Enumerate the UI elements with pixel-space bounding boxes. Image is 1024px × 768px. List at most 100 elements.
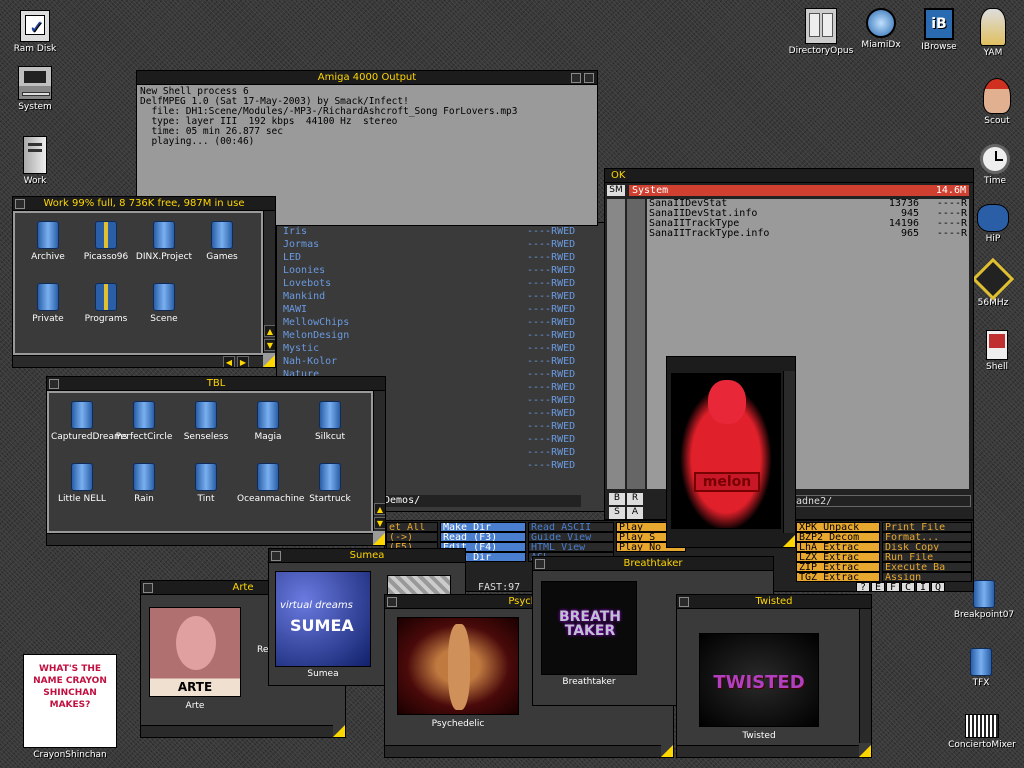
dopus-mini-button[interactable]: ? (856, 582, 870, 593)
scroll-up-icon[interactable]: ▲ (264, 325, 275, 337)
dopus-button[interactable]: LhA Extrac (796, 542, 880, 552)
dopus-mini-button[interactable]: Q (931, 582, 945, 593)
tbl-drawer-icon[interactable]: Oceanmachine (237, 463, 304, 504)
dopus-mini-button[interactable]: C (901, 582, 915, 593)
dopus-button[interactable]: BZP2 Decom (796, 532, 880, 542)
tbl-drawer-icon[interactable]: Rain (113, 463, 175, 504)
dopus-button[interactable]: Read (F3) (440, 532, 526, 542)
crayonshinchan-icon[interactable]: WHAT'S THE NAME CRAYON SHINCHAN MAKES? C… (22, 654, 118, 760)
shell-depth-icon[interactable] (584, 73, 594, 83)
list-item[interactable]: MellowChips ----RWED (283, 316, 601, 329)
conciertomixer-icon[interactable]: ConciertoMixer (944, 714, 1020, 750)
scout-icon[interactable]: Scout (962, 78, 1024, 126)
tfx-icon[interactable]: TFX (946, 648, 1016, 688)
work-drawer-icon[interactable]: Programs (77, 283, 135, 324)
twisted-titlebar[interactable]: Twisted (677, 595, 871, 609)
ok-side-b[interactable]: B (609, 493, 625, 505)
tbl-drawer-icon[interactable]: Startruck (299, 463, 361, 504)
dopus-mini-button[interactable]: E (871, 582, 885, 593)
breath-titlebar[interactable]: Breathtaker (533, 557, 773, 571)
tbl-drawer-icon[interactable]: Tint (175, 463, 237, 504)
ok-side-s[interactable]: S (609, 507, 625, 519)
dopus-button[interactable]: Format... (882, 532, 972, 542)
resize-handle[interactable] (859, 745, 871, 757)
shell-zoom-icon[interactable] (571, 73, 581, 83)
close-icon[interactable] (15, 199, 25, 209)
dopus-button[interactable]: HTML View (528, 542, 614, 552)
scroll-left-icon[interactable]: ◀ (223, 356, 235, 367)
vertical-scrollbar[interactable] (859, 609, 871, 743)
tbl-titlebar[interactable]: TBL (47, 377, 385, 391)
scroll-up-icon[interactable]: ▲ (374, 503, 385, 515)
list-item[interactable]: Nah-Kolor ----RWED (283, 355, 601, 368)
dopus-button[interactable]: Guide View (528, 532, 614, 542)
yam-icon[interactable]: YAM (958, 8, 1024, 58)
horizontal-scrollbar[interactable] (141, 725, 333, 737)
resize-handle[interactable] (373, 533, 385, 545)
dopus-button[interactable]: Assign (882, 572, 972, 582)
resize-handle[interactable] (783, 535, 795, 547)
system-icon[interactable]: System (0, 66, 70, 112)
table-row[interactable]: SanaIITrackType.info 965 ----R (649, 229, 971, 239)
close-icon[interactable] (143, 583, 153, 593)
tbl-drawer-icon[interactable]: Little NELL (51, 463, 113, 504)
resize-handle[interactable] (661, 745, 673, 757)
ok-path-field[interactable]: adne2/ (795, 495, 971, 507)
ok-side-a[interactable]: A (627, 507, 643, 519)
dopus-button[interactable]: TGZ Extrac (796, 572, 880, 582)
dopus-mini-button[interactable]: F (886, 582, 900, 593)
resize-handle[interactable] (263, 355, 275, 367)
resize-handle[interactable] (333, 725, 345, 737)
list-item[interactable]: Lovebots ----RWED (283, 277, 601, 290)
list-item[interactable]: MAWI ----RWED (283, 303, 601, 316)
work-drawer-icon[interactable]: Private (19, 283, 77, 324)
dopus-mini-button[interactable]: I (916, 582, 930, 593)
horizontal-scrollbar[interactable] (677, 745, 859, 757)
dopus-button[interactable]: Read ASCII (528, 522, 614, 532)
ok-left-scroll[interactable] (607, 199, 625, 489)
scroll-right-icon[interactable]: ▶ (237, 356, 249, 367)
twisted-drawer-window[interactable]: Twisted TWISTED Twisted (676, 594, 872, 758)
tbl-drawer-icon[interactable]: CapturedDreams (51, 401, 127, 442)
melon-picture-window[interactable]: melon (666, 356, 796, 548)
close-icon[interactable] (535, 559, 545, 569)
dopus-button[interactable]: Disk Copy (882, 542, 972, 552)
scroll-down-icon[interactable]: ▼ (374, 517, 385, 529)
horizontal-scrollbar[interactable] (385, 745, 661, 757)
tbl-drawer-icon[interactable]: Magia (237, 401, 299, 442)
work-drawer-icon[interactable]: Archive (19, 221, 77, 262)
shell-titlebar[interactable]: Amiga 4000 Output (137, 71, 597, 85)
close-icon[interactable] (387, 597, 397, 607)
tbl-drawer-icon[interactable]: Senseless (175, 401, 237, 442)
close-icon[interactable] (271, 551, 281, 561)
dopus-button[interactable]: Run File (882, 552, 972, 562)
list-item[interactable]: MelonDesign ----RWED (283, 329, 601, 342)
dopus-button[interactable]: (->) (386, 532, 438, 542)
ok-side-sm[interactable]: SM (607, 185, 625, 196)
dopus-path-field[interactable]: Demos/ (381, 495, 581, 507)
list-item[interactable]: Iris ----RWED (283, 225, 601, 238)
vertical-scrollbar[interactable]: ▲ ▼ (373, 391, 385, 531)
ok-titlebar[interactable]: OK (605, 169, 973, 183)
ok-file-list[interactable]: SanaIIDevStat 13736 ----R SanaIIDevStat.inf… (649, 199, 971, 239)
work-icon[interactable]: Work (0, 136, 70, 186)
list-item[interactable]: LED ----RWED (283, 251, 601, 264)
work-drawer-icon[interactable]: DINX.Project (135, 221, 193, 262)
dopus-button[interactable]: LZX Extrac (796, 552, 880, 562)
work-drawer-icon[interactable]: Picasso96 (77, 221, 135, 262)
horizontal-scrollbar[interactable]: ◀ ▶ (13, 355, 263, 367)
scroll-down-icon[interactable]: ▼ (264, 339, 275, 351)
list-item[interactable]: Loonies ----RWED (283, 264, 601, 277)
ram-disk-icon[interactable]: ✓ Ram Disk (0, 10, 70, 54)
dopus-button[interactable]: Execute Ba (882, 562, 972, 572)
close-icon[interactable] (679, 597, 689, 607)
dopus-button[interactable]: XPK Unpack (796, 522, 880, 532)
horizontal-scrollbar[interactable] (47, 533, 373, 545)
tbl-drawer-window[interactable]: TBL CapturedDreams PerfectCircle Senseless… (46, 376, 386, 546)
work-drawer-icon[interactable]: Scene (135, 283, 193, 324)
work-drawer-icon[interactable]: Games (193, 221, 251, 262)
work-titlebar[interactable]: Work 99% full, 8 736K free, 987M in use (13, 197, 275, 211)
vertical-scrollbar[interactable]: ▲ ▼ (263, 211, 275, 353)
ok-right-scroll[interactable] (627, 199, 645, 489)
vertical-scrollbar[interactable] (783, 371, 795, 533)
